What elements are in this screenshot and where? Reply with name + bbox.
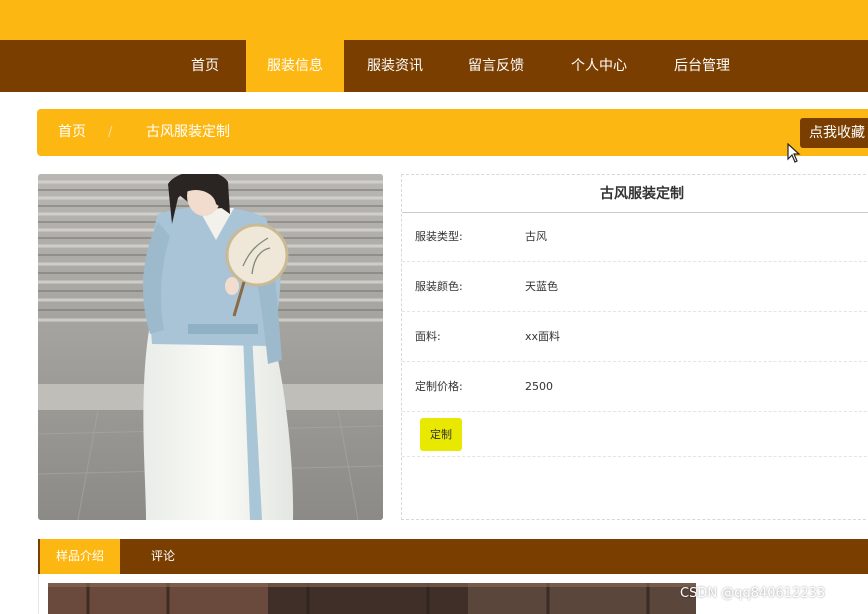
detail-row: 服装颜色: 天蓝色 [402,262,868,312]
divider [402,456,868,457]
field-value: xx面料 [525,330,561,343]
field-label: 服装类型: [415,230,463,243]
field-value: 2500 [525,380,553,393]
nav-personal-center[interactable]: 个人中心 [562,40,636,92]
top-banner [0,0,868,40]
nav-clothing-info[interactable]: 服装信息 [246,40,344,92]
breadcrumb: 首页 / 古风服装定制 [37,109,868,156]
field-value: 古风 [525,230,547,243]
favorite-button[interactable]: 点我收藏 [800,118,868,148]
field-label: 面料: [415,330,441,343]
detail-row: 服装类型: 古风 [402,212,868,262]
product-title: 古风服装定制 [402,175,868,213]
product-photo-illustration [38,174,383,520]
mouse-cursor-icon [787,143,801,163]
nav-feedback[interactable]: 留言反馈 [459,40,533,92]
intro-image [48,583,696,614]
watermark: CSDN @qq840612233 [680,586,826,601]
nav-home[interactable]: 首页 [182,40,228,92]
tab-bar: 样品介绍 评论 [38,539,868,574]
field-label: 服装颜色: [415,280,463,293]
field-value: 天蓝色 [525,280,558,293]
breadcrumb-separator: / [108,125,113,140]
breadcrumb-current: 古风服装定制 [146,124,230,140]
field-label: 定制价格: [415,380,463,393]
tab-sample-intro[interactable]: 样品介绍 [40,539,120,574]
product-detail-panel: 古风服装定制 服装类型: 古风 服装颜色: 天蓝色 面料: xx面料 定制价格:… [401,174,868,520]
detail-row: 面料: xx面料 [402,312,868,362]
tab-comments[interactable]: 评论 [138,539,188,574]
intro-image-illustration [48,583,696,614]
main-nav: 首页 服装信息 服装资讯 留言反馈 个人中心 后台管理 [0,40,868,92]
page: 首页 服装信息 服装资讯 留言反馈 个人中心 后台管理 首页 / 古风服装定制 … [0,0,868,614]
breadcrumb-home[interactable]: 首页 [58,109,86,156]
order-button[interactable]: 定制 [420,418,462,451]
product-image [38,174,383,520]
detail-row: 定制价格: 2500 [402,362,868,412]
nav-admin[interactable]: 后台管理 [665,40,739,92]
nav-clothing-news[interactable]: 服装资讯 [358,40,432,92]
